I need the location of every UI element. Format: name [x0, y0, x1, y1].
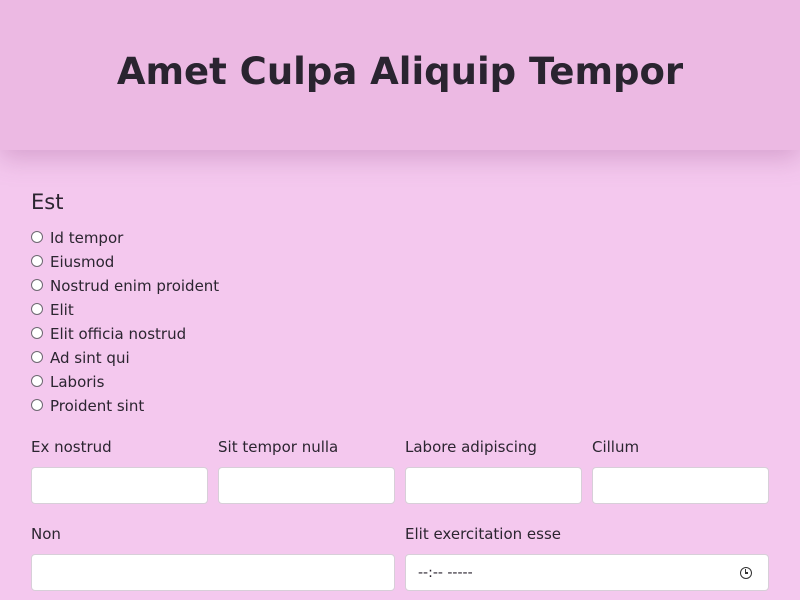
radio-option[interactable]: Id tempor — [31, 226, 769, 250]
form-main: Est Id tempor Eiusmod Nostrud enim proid… — [0, 188, 800, 591]
radio-button[interactable] — [31, 231, 43, 243]
clock-icon[interactable] — [740, 566, 752, 579]
radio-button[interactable] — [31, 327, 43, 339]
radio-option[interactable]: Laboris — [31, 370, 769, 394]
field-elit-exercitation-esse: Elit exercitation esse --:-- ----- — [405, 524, 769, 591]
labore-adipiscing-input[interactable] — [405, 467, 582, 504]
radio-button[interactable] — [31, 351, 43, 363]
field-label: Cillum — [592, 438, 640, 456]
radio-label: Elit officia nostrud — [50, 325, 187, 343]
field-ex-nostrud: Ex nostrud — [31, 437, 208, 504]
radio-button[interactable] — [31, 375, 43, 387]
page-header: Amet Culpa Aliquip Tempor — [0, 0, 800, 150]
radio-option[interactable]: Elit officia nostrud — [31, 322, 769, 346]
field-labore-adipiscing: Labore adipiscing — [405, 437, 582, 504]
field-label: Sit tempor nulla — [218, 438, 339, 456]
time-placeholder: --:-- ----- — [418, 564, 473, 581]
radio-group: Id tempor Eiusmod Nostrud enim proident … — [31, 226, 769, 418]
field-label: Non — [31, 525, 61, 543]
radio-label: Nostrud enim proident — [50, 277, 220, 295]
field-label: Ex nostrud — [31, 438, 112, 456]
radio-button[interactable] — [31, 399, 43, 411]
radio-label: Elit — [50, 301, 74, 319]
radio-label: Proident sint — [50, 397, 145, 415]
radio-label: Eiusmod — [50, 253, 115, 271]
page-title: Amet Culpa Aliquip Tempor — [116, 49, 684, 93]
field-non: Non — [31, 524, 395, 591]
fields-row-1: Ex nostrud Sit tempor nulla Labore adipi… — [31, 437, 769, 504]
radio-label: Laboris — [50, 373, 105, 391]
radio-option[interactable]: Ad sint qui — [31, 346, 769, 370]
radio-option[interactable]: Nostrud enim proident — [31, 274, 769, 298]
radio-option[interactable]: Eiusmod — [31, 250, 769, 274]
field-cillum: Cillum — [592, 437, 769, 504]
field-label: Labore adipiscing — [405, 438, 537, 456]
field-sit-tempor-nulla: Sit tempor nulla — [218, 437, 395, 504]
ex-nostrud-input[interactable] — [31, 467, 208, 504]
time-input[interactable]: --:-- ----- — [405, 554, 769, 591]
section-title: Est — [31, 190, 64, 214]
sit-tempor-nulla-input[interactable] — [218, 467, 395, 504]
fields-row-2: Non Elit exercitation esse --:-- ----- — [31, 524, 769, 591]
cillum-input[interactable] — [592, 467, 769, 504]
radio-option[interactable]: Proident sint — [31, 394, 769, 418]
field-label: Elit exercitation esse — [405, 525, 561, 543]
radio-option[interactable]: Elit — [31, 298, 769, 322]
non-input[interactable] — [31, 554, 395, 591]
radio-label: Id tempor — [50, 229, 124, 247]
radio-button[interactable] — [31, 303, 43, 315]
radio-button[interactable] — [31, 255, 43, 267]
radio-label: Ad sint qui — [50, 349, 130, 367]
radio-button[interactable] — [31, 279, 43, 291]
